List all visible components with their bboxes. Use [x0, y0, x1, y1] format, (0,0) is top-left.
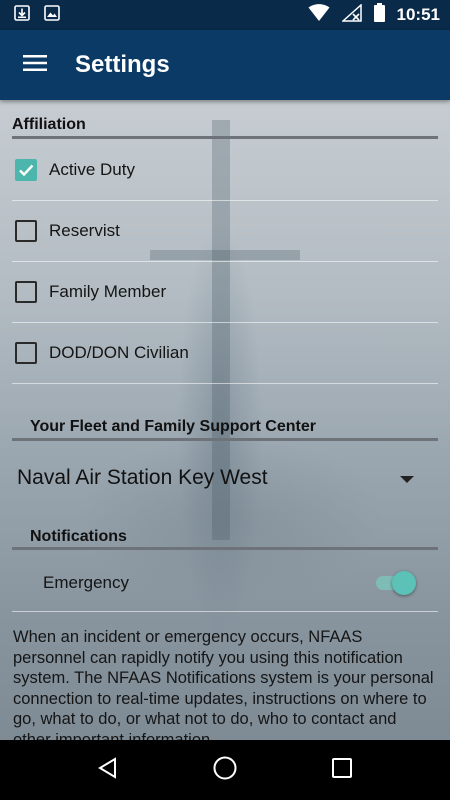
divider	[12, 438, 438, 441]
menu-button[interactable]	[0, 30, 70, 100]
home-icon	[212, 755, 238, 786]
checkbox-active-duty[interactable]	[15, 159, 37, 181]
status-time: 10:51	[396, 5, 440, 24]
status-bar: 10:51	[0, 0, 450, 30]
emergency-label: Emergency	[43, 573, 129, 592]
notifications-header: Notifications	[30, 528, 127, 545]
checkbox-label: Family Member	[49, 282, 167, 301]
checkbox-dod-don-civilian[interactable]	[15, 342, 37, 364]
checkbox-row-dod-don-civilian[interactable]: DOD/DON Civilian	[12, 323, 438, 384]
divider	[12, 136, 438, 139]
checkbox-family-member[interactable]	[15, 281, 37, 303]
recents-icon	[331, 757, 353, 784]
image-icon	[44, 4, 60, 26]
no-signal-icon	[340, 2, 362, 27]
support-center-dropdown[interactable]: Naval Air Station Key West	[0, 450, 450, 506]
page-title: Settings	[75, 51, 170, 78]
app-bar: Settings	[0, 30, 450, 100]
support-center-selected: Naval Air Station Key West	[17, 466, 268, 489]
checkbox-row-reservist[interactable]: Reservist	[12, 201, 438, 262]
dropdown-arrow-icon[interactable]	[400, 476, 414, 483]
hamburger-menu-icon	[23, 54, 47, 77]
toggle-thumb[interactable]	[392, 571, 416, 595]
download-icon	[14, 4, 30, 26]
recents-button[interactable]	[317, 745, 367, 795]
checkbox-row-family-member[interactable]: Family Member	[12, 262, 438, 323]
battery-icon	[373, 3, 385, 27]
checkbox-label: Active Duty	[49, 160, 135, 179]
back-button[interactable]	[83, 745, 133, 795]
checkmark-icon	[19, 164, 34, 177]
divider	[12, 547, 438, 550]
checkbox-label: DOD/DON Civilian	[49, 343, 189, 362]
emergency-row: Emergency	[12, 555, 438, 612]
notifications-description: When an incident or emergency occurs, NF…	[13, 628, 434, 740]
affiliation-header: Affiliation	[12, 116, 86, 133]
settings-content[interactable]: Affiliation Active Duty Reservist Family…	[0, 100, 450, 740]
back-icon	[97, 756, 119, 784]
checkbox-row-active-duty[interactable]: Active Duty	[12, 140, 438, 201]
navigation-bar	[0, 740, 450, 800]
emergency-toggle[interactable]	[376, 571, 416, 595]
support-center-header: Your Fleet and Family Support Center	[30, 418, 316, 435]
wifi-icon	[308, 3, 330, 27]
checkbox-reservist[interactable]	[15, 220, 37, 242]
home-button[interactable]	[200, 745, 250, 795]
checkbox-label: Reservist	[49, 221, 120, 240]
